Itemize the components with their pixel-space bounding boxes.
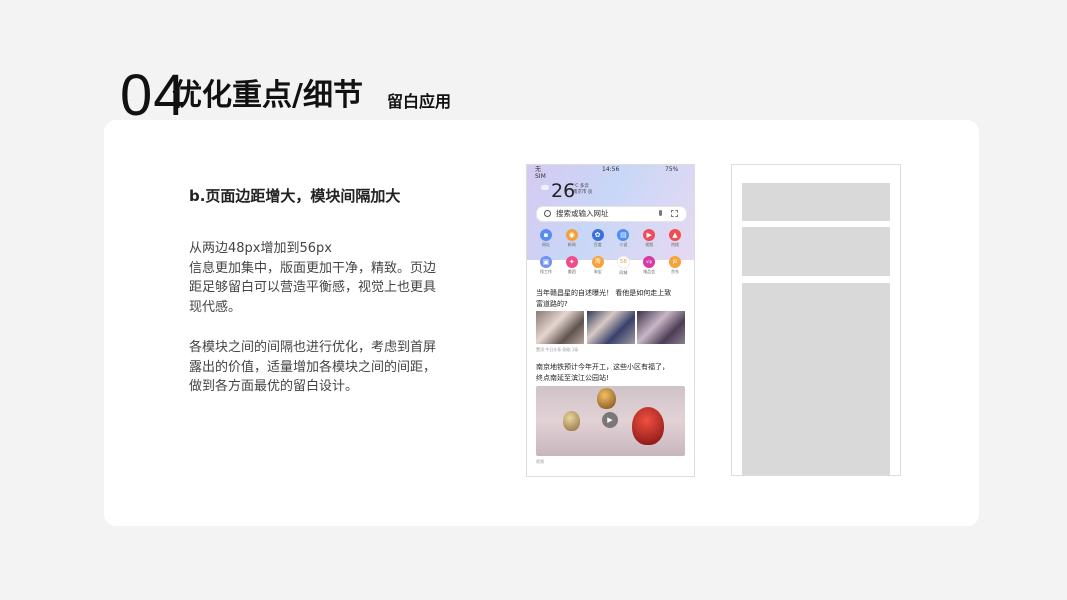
app-shortcut[interactable]: ◉ 新闻 (561, 229, 583, 248)
paragraph-line: 露出的价值，适量增加各模块之间的间距， (189, 359, 437, 375)
news-thumbnail[interactable] (536, 311, 584, 344)
app-label: 百度 (593, 242, 602, 247)
play-icon: ▶ (643, 229, 656, 241)
app-label: 热搜 (670, 242, 679, 247)
app-label: 视频 (645, 242, 654, 247)
news-thumbnail[interactable] (637, 311, 685, 344)
weather-line: 南京市 良 (573, 190, 593, 195)
app-label: 小说 (619, 242, 628, 247)
temperature: 26 (551, 180, 576, 202)
app-shortcut[interactable]: 58 同城 (612, 256, 634, 276)
paragraph-line: 距足够留白可以营造平衡感，视觉上也更具 (189, 280, 437, 295)
slide-subtitle: 留白应用 (387, 92, 452, 111)
status-battery: 75% (665, 166, 679, 173)
section-heading: b.页面边距增大，模块间隔加大 (189, 187, 401, 205)
app-shortcut[interactable]: 淘淘宝 (587, 256, 609, 276)
slide-title: 优化重点/细节 (172, 78, 363, 113)
news-thumbnail[interactable] (586, 311, 635, 344)
scan-icon[interactable] (671, 210, 678, 217)
app-label: 唯品会 (643, 269, 656, 274)
app-shortcut[interactable]: ✿ 百度 (587, 229, 609, 248)
meituan-icon: ✦ (565, 256, 578, 268)
balloon-image (597, 388, 616, 409)
58-icon: 58 (616, 256, 630, 269)
cloud-icon (541, 185, 549, 190)
app-shortcut[interactable]: ▶ 视频 (638, 229, 660, 248)
app-label: 新闻 (567, 242, 576, 247)
news-meta: 视频 (536, 459, 544, 464)
news-title-line: 终点南延至滨江公园站! (536, 373, 609, 382)
app-label: 美团 (567, 269, 576, 274)
app-shortcut[interactable]: ▪ 网址 (535, 229, 557, 248)
app-shortcut[interactable]: vip 唯品会 (638, 256, 660, 276)
weather-info: °C 多云 南京市 良 (573, 184, 592, 196)
paragraph-margins: 从两边48px增加到56px 信息更加集中，版面更加干净，精致。页边 距足够留白… (189, 239, 449, 317)
app-label: 京东 (670, 269, 679, 274)
jd-icon: JD (668, 256, 681, 268)
news-title-line: 富道路的? (536, 299, 568, 308)
paragraph-spacing: 各模块之间的间隔也进行优化，考虑到首屏 露出的价值，适量增加各模块之间的间距， … (189, 338, 449, 397)
news-video[interactable]: ▶ (536, 386, 685, 456)
news-meta: 置顶 今日头条 刚刚 1条 (536, 347, 579, 352)
app-row-2: ▣ 找工作 ✦ 美团 淘淘宝 58 同城 vip 唯品会 JD 京东 (535, 256, 686, 276)
eye-icon: ◉ (565, 229, 578, 241)
book-icon: ▤ (617, 229, 630, 241)
status-sim: 无 SIM (535, 166, 546, 180)
taobao-icon: 淘 (591, 256, 604, 268)
paw-icon: ✿ (591, 229, 604, 241)
paragraph-line: 做到各方面最优的留白设计。 (189, 379, 359, 394)
news-title-line: 当年赣昌星的自述曝光！ 看他是如何走上致 (536, 289, 672, 297)
news-item-title[interactable]: 当年赣昌星的自述曝光！ 看他是如何走上致 富道路的? (536, 288, 686, 309)
paragraph-line: 从两边48px增加到56px (189, 241, 332, 256)
wireframe-block (742, 283, 890, 475)
app-label: 淘宝 (593, 269, 602, 274)
news-title-line: 南京地铁预计今年开工，这些小区有福了， (536, 363, 669, 371)
play-icon[interactable]: ▶ (602, 412, 618, 428)
status-time: 14:56 (602, 166, 620, 173)
search-placeholder: 搜索或输入网址 (556, 209, 609, 218)
app-shortcut[interactable]: ✦ 美团 (561, 256, 583, 276)
briefcase-icon: ▣ (540, 256, 552, 268)
app-label: 网址 (542, 242, 550, 247)
paragraph-line: 现代感。 (189, 299, 242, 315)
phone-mockup: 无 SIM 14:56 75% 26 °C 多云 南京市 良 搜索或输入网址 ▪… (526, 164, 695, 477)
app-label: 找工作 (540, 269, 552, 274)
search-icon (544, 210, 551, 217)
vip-icon: vip (643, 256, 656, 268)
app-label: 同城 (619, 270, 628, 275)
news-item-title[interactable]: 南京地铁预计今年开工，这些小区有福了， 终点南延至滨江公园站! (536, 362, 686, 383)
wireframe-mockup (731, 164, 901, 476)
app-shortcut[interactable]: ▣ 找工作 (535, 256, 557, 276)
microphone-icon[interactable] (659, 210, 662, 216)
news-thumbnails[interactable] (536, 311, 685, 344)
bookmark-icon: ▪ (540, 229, 552, 241)
paragraph-line: 各模块之间的间隔也进行优化，考虑到首屏 (189, 340, 437, 355)
paragraph-line: 信息更加集中，版面更加干净，精致。页边 (189, 260, 437, 276)
wireframe-block (742, 227, 890, 276)
app-shortcut[interactable]: ▤ 小说 (612, 229, 634, 248)
fire-icon: ▲ (668, 229, 681, 241)
app-shortcut[interactable]: ▲ 热搜 (664, 229, 686, 248)
app-row-1: ▪ 网址 ◉ 新闻 ✿ 百度 ▤ 小说 ▶ 视频 ▲ 热搜 (535, 229, 686, 248)
balloon-image (563, 411, 580, 431)
app-shortcut[interactable]: JD 京东 (664, 256, 686, 276)
search-input[interactable]: 搜索或输入网址 (536, 206, 687, 222)
wireframe-block (742, 183, 890, 221)
balloon-image (632, 407, 664, 445)
